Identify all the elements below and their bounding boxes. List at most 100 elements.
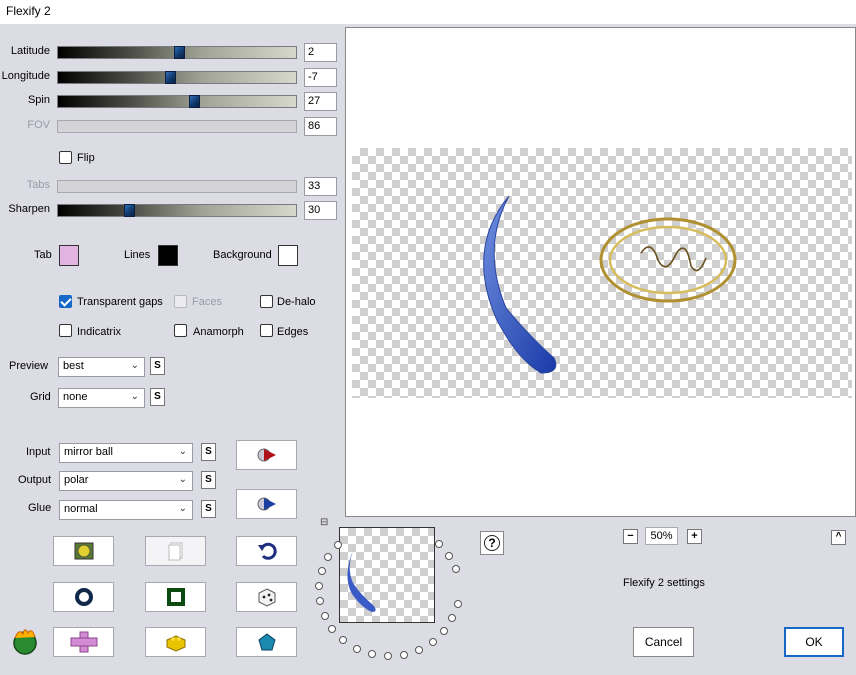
play-preview-button[interactable] <box>236 440 297 470</box>
navigator-dot[interactable] <box>339 636 347 644</box>
cancel-button[interactable]: Cancel <box>633 627 694 657</box>
navigator-dot[interactable] <box>435 540 443 548</box>
tabs-label: Tabs <box>26 179 50 191</box>
preview-select[interactable]: best ⌄ <box>58 357 145 377</box>
undo-button[interactable] <box>236 536 297 566</box>
indicatrix-checkbox[interactable] <box>59 324 72 337</box>
faces-label: Faces <box>192 296 222 308</box>
navigator-dot[interactable] <box>452 565 460 573</box>
navigator-dot[interactable] <box>318 567 326 575</box>
latitude-slider-thumb[interactable] <box>174 46 185 59</box>
lines-color-swatch[interactable] <box>158 245 178 266</box>
navigator-dot[interactable] <box>321 612 329 620</box>
random-button[interactable] <box>236 582 297 612</box>
navigator-dot[interactable] <box>316 597 324 605</box>
preview-s-button[interactable]: S <box>150 357 165 375</box>
sharpen-value-input[interactable]: 30 <box>304 201 337 220</box>
cross-icon <box>70 631 97 653</box>
faces-checkbox[interactable] <box>174 295 187 308</box>
flip-label: Flip <box>77 152 95 164</box>
flaming-globe-icon <box>13 629 37 655</box>
longitude-slider-thumb[interactable] <box>165 71 176 84</box>
navigator-dot[interactable] <box>448 614 456 622</box>
copy-button[interactable] <box>145 536 206 566</box>
output-select[interactable]: polar ⌄ <box>59 471 193 491</box>
globe-preset-icon <box>74 542 93 560</box>
navigator-dot[interactable] <box>328 625 336 633</box>
ok-button[interactable]: OK <box>784 627 844 657</box>
spin-slider[interactable] <box>57 95 297 108</box>
thumbnail-navigator[interactable] <box>339 527 435 623</box>
navigator-dot[interactable] <box>334 541 342 549</box>
navigator-dot[interactable] <box>429 638 437 646</box>
sharpen-slider-thumb[interactable] <box>124 204 135 217</box>
glue-label: Glue <box>28 502 52 514</box>
input-select[interactable]: mirror ball ⌄ <box>59 443 193 463</box>
sharpen-slider[interactable] <box>57 204 297 217</box>
navigator-dot[interactable] <box>353 645 361 653</box>
grid-select[interactable]: none ⌄ <box>58 388 145 408</box>
fov-slider[interactable] <box>57 120 297 133</box>
navigator-dot[interactable] <box>415 646 423 654</box>
polyhedron-button[interactable] <box>236 627 297 657</box>
polyhedron-icon <box>257 633 276 651</box>
de-halo-checkbox[interactable] <box>260 295 273 308</box>
settings-name: Flexify 2 settings <box>623 577 705 589</box>
ring-icon <box>74 588 93 606</box>
expand-button[interactable]: ^ <box>831 530 846 545</box>
edges-checkbox[interactable] <box>260 324 273 337</box>
navigator-dot[interactable] <box>324 553 332 561</box>
window-title: Flexify 2 <box>6 4 51 18</box>
zoom-level: 50% <box>645 527 678 545</box>
output-label: Output <box>18 474 52 486</box>
preview-canvas[interactable] <box>345 27 856 517</box>
spin-value-input[interactable]: 27 <box>304 92 337 111</box>
navigator-dot[interactable] <box>454 600 462 608</box>
chevron-down-icon: ⌄ <box>130 360 139 371</box>
zoom-in-button[interactable]: + <box>687 529 702 544</box>
de-halo-label: De-halo <box>277 296 316 308</box>
help-button[interactable]: ? <box>480 531 504 555</box>
output-select-value: polar <box>64 474 89 486</box>
frame-button[interactable] <box>145 582 206 612</box>
navigator-dot[interactable] <box>368 650 376 658</box>
latitude-slider[interactable] <box>57 46 297 59</box>
ring-button[interactable] <box>53 582 114 612</box>
navigator-dot[interactable] <box>315 582 323 590</box>
background-color-swatch[interactable] <box>278 245 298 266</box>
flip-checkbox[interactable] <box>59 151 72 164</box>
longitude-value-input[interactable]: -7 <box>304 68 337 87</box>
cross-button[interactable] <box>53 627 114 657</box>
spin-slider-thumb[interactable] <box>189 95 200 108</box>
play-icon <box>257 448 276 462</box>
brick-button[interactable] <box>145 627 206 657</box>
longitude-slider[interactable] <box>57 71 297 84</box>
brick-icon <box>166 635 185 652</box>
tabs-value-input[interactable]: 33 <box>304 177 337 196</box>
zoom-out-button[interactable]: − <box>623 529 638 544</box>
glue-select[interactable]: normal ⌄ <box>59 500 193 520</box>
latitude-value-input[interactable]: 2 <box>304 43 337 62</box>
chevron-down-icon: ⌄ <box>130 391 139 402</box>
transparent-gaps-checkbox[interactable] <box>59 295 72 308</box>
title-bar: Flexify 2 <box>0 0 856 24</box>
navigator-dot[interactable] <box>445 552 453 560</box>
anamorph-checkbox[interactable] <box>174 324 187 337</box>
navigator-dot[interactable] <box>400 651 408 659</box>
preview-select-value: best <box>63 360 84 372</box>
navigator-dot[interactable] <box>440 627 448 635</box>
navigator-dot[interactable] <box>384 652 392 660</box>
fov-label: FOV <box>27 119 50 131</box>
tabs-slider[interactable] <box>57 180 297 193</box>
navigator-collapse-icon[interactable]: ⊟ <box>320 517 328 528</box>
spin-label: Spin <box>27 94 50 106</box>
grid-s-button[interactable]: S <box>150 388 165 406</box>
input-s-button[interactable]: S <box>201 443 216 461</box>
render-button[interactable] <box>236 489 297 519</box>
fov-value-input[interactable]: 86 <box>304 117 337 136</box>
load-preset-button[interactable] <box>53 536 114 566</box>
output-s-button[interactable]: S <box>201 471 216 489</box>
glue-s-button[interactable]: S <box>201 500 216 518</box>
frame-icon <box>166 588 185 606</box>
tab-color-swatch[interactable] <box>59 245 79 266</box>
